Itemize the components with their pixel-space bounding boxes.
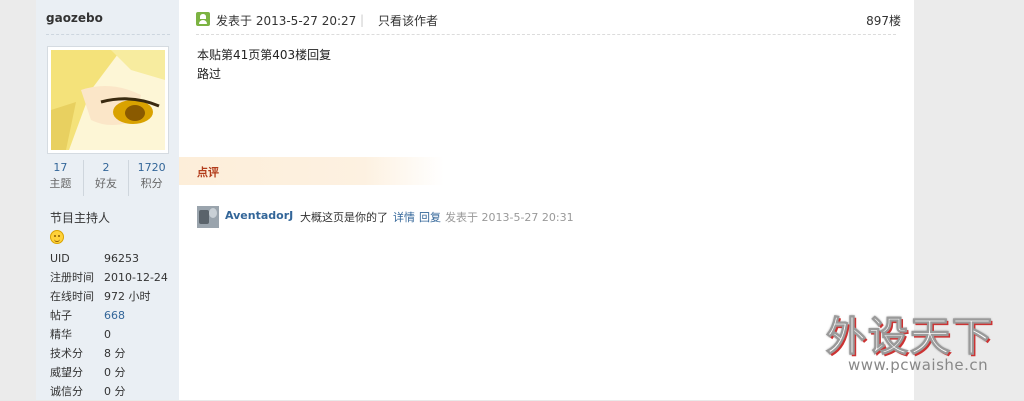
stat-friends[interactable]: 2 好友 <box>82 160 129 196</box>
site-watermark: 外设天下 www.pcwaishe.cn <box>826 304 1016 384</box>
floor-number-link[interactable]: 897楼 <box>866 12 901 29</box>
posts-count-link[interactable]: 668 <box>104 306 125 325</box>
stat-label: 积分 <box>140 177 163 190</box>
author-info-list: UID 96253 注册时间 2010-12-24 在线时间 972 小时 帖子… <box>50 249 174 401</box>
stat-value: 1720 <box>137 161 166 174</box>
info-row-digest: 精华 0 <box>50 325 174 344</box>
info-value: 972 小时 <box>104 290 151 303</box>
avatar[interactable] <box>47 46 169 154</box>
post-body: 本贴第41页第403楼回复 路过 <box>197 46 331 84</box>
comment-section-title: 点评 <box>197 166 219 179</box>
stat-label: 主题 <box>49 177 72 190</box>
comment-timestamp: 发表于 2013-5-27 20:31 <box>445 211 574 224</box>
info-key: 威望分 <box>50 366 83 379</box>
comment-detail-link[interactable]: 详情 <box>393 209 415 225</box>
post-body-line: 路过 <box>197 67 222 81</box>
info-value: 2010-12-24 <box>104 271 168 284</box>
info-value: 96253 <box>104 252 139 265</box>
info-key: 技术分 <box>50 347 83 360</box>
comment-reply-link[interactable]: 回复 <box>419 209 441 225</box>
comment-username-link[interactable]: AventadorJ <box>225 209 293 222</box>
page-background-left <box>0 0 36 400</box>
info-key: 诚信分 <box>50 385 83 398</box>
smiley-icon <box>50 230 64 244</box>
stat-value: 17 <box>53 161 68 174</box>
sidebar-divider <box>46 34 170 35</box>
comment-item: AventadorJ 大概这页是你的了 详情 回复 发表于 2013-5-27 … <box>197 206 797 230</box>
info-row-prestige: 威望分 0 分 <box>50 363 174 382</box>
watermark-url: www.pcwaishe.cn <box>848 356 989 374</box>
author-stats: 17 主题 2 好友 1720 积分 <box>38 160 174 196</box>
post-content-area: 发表于 2013-5-27 20:27 | 只看该作者 897楼 本贴第41页第… <box>179 0 914 400</box>
comment-avatar[interactable] <box>197 206 219 228</box>
header-divider <box>196 34 896 35</box>
info-row-uid: UID 96253 <box>50 249 174 268</box>
post-header: 发表于 2013-5-27 20:27 | 只看该作者 897楼 <box>196 10 901 30</box>
info-key: UID <box>50 252 70 265</box>
user-online-icon <box>196 12 210 26</box>
stat-value: 2 <box>102 161 110 174</box>
comment-section-header: 点评 <box>179 157 444 185</box>
stat-threads[interactable]: 17 主题 <box>38 160 83 196</box>
header-pipe-divider: | <box>360 13 365 27</box>
info-key: 帖子 <box>50 309 72 322</box>
author-username[interactable]: gaozebo <box>46 11 103 25</box>
info-value: 8 分 <box>104 347 126 360</box>
info-row-online-time: 在线时间 972 小时 <box>50 287 174 306</box>
info-value: 0 分 <box>104 385 126 398</box>
info-key: 注册时间 <box>50 271 94 284</box>
info-row-register-date: 注册时间 2010-12-24 <box>50 268 174 287</box>
watermark-logo-text: 外设天下 <box>826 314 994 361</box>
info-row-integrity: 诚信分 0 分 <box>50 382 174 401</box>
info-row-posts: 帖子 668 <box>50 306 174 325</box>
stat-points[interactable]: 1720 积分 <box>128 160 174 196</box>
comment-text: 大概这页是你的了 <box>300 211 388 224</box>
info-key: 精华 <box>50 328 72 341</box>
avatar-image <box>51 50 165 150</box>
info-value: 0 分 <box>104 366 126 379</box>
post-time: 发表于 2013-5-27 20:27 <box>216 14 357 28</box>
info-key: 在线时间 <box>50 290 94 303</box>
info-row-tech-score: 技术分 8 分 <box>50 344 174 363</box>
post-body-line: 本贴第41页第403楼回复 <box>197 48 332 62</box>
stat-label: 好友 <box>95 177 117 190</box>
info-value: 0 <box>104 328 111 341</box>
author-only-link[interactable]: 只看该作者 <box>378 12 438 29</box>
author-sidebar: gaozebo 17 主题 2 好友 1720 积分 节目主持人 UID 962… <box>36 0 179 400</box>
rank-title: 节目主持人 <box>50 211 111 225</box>
